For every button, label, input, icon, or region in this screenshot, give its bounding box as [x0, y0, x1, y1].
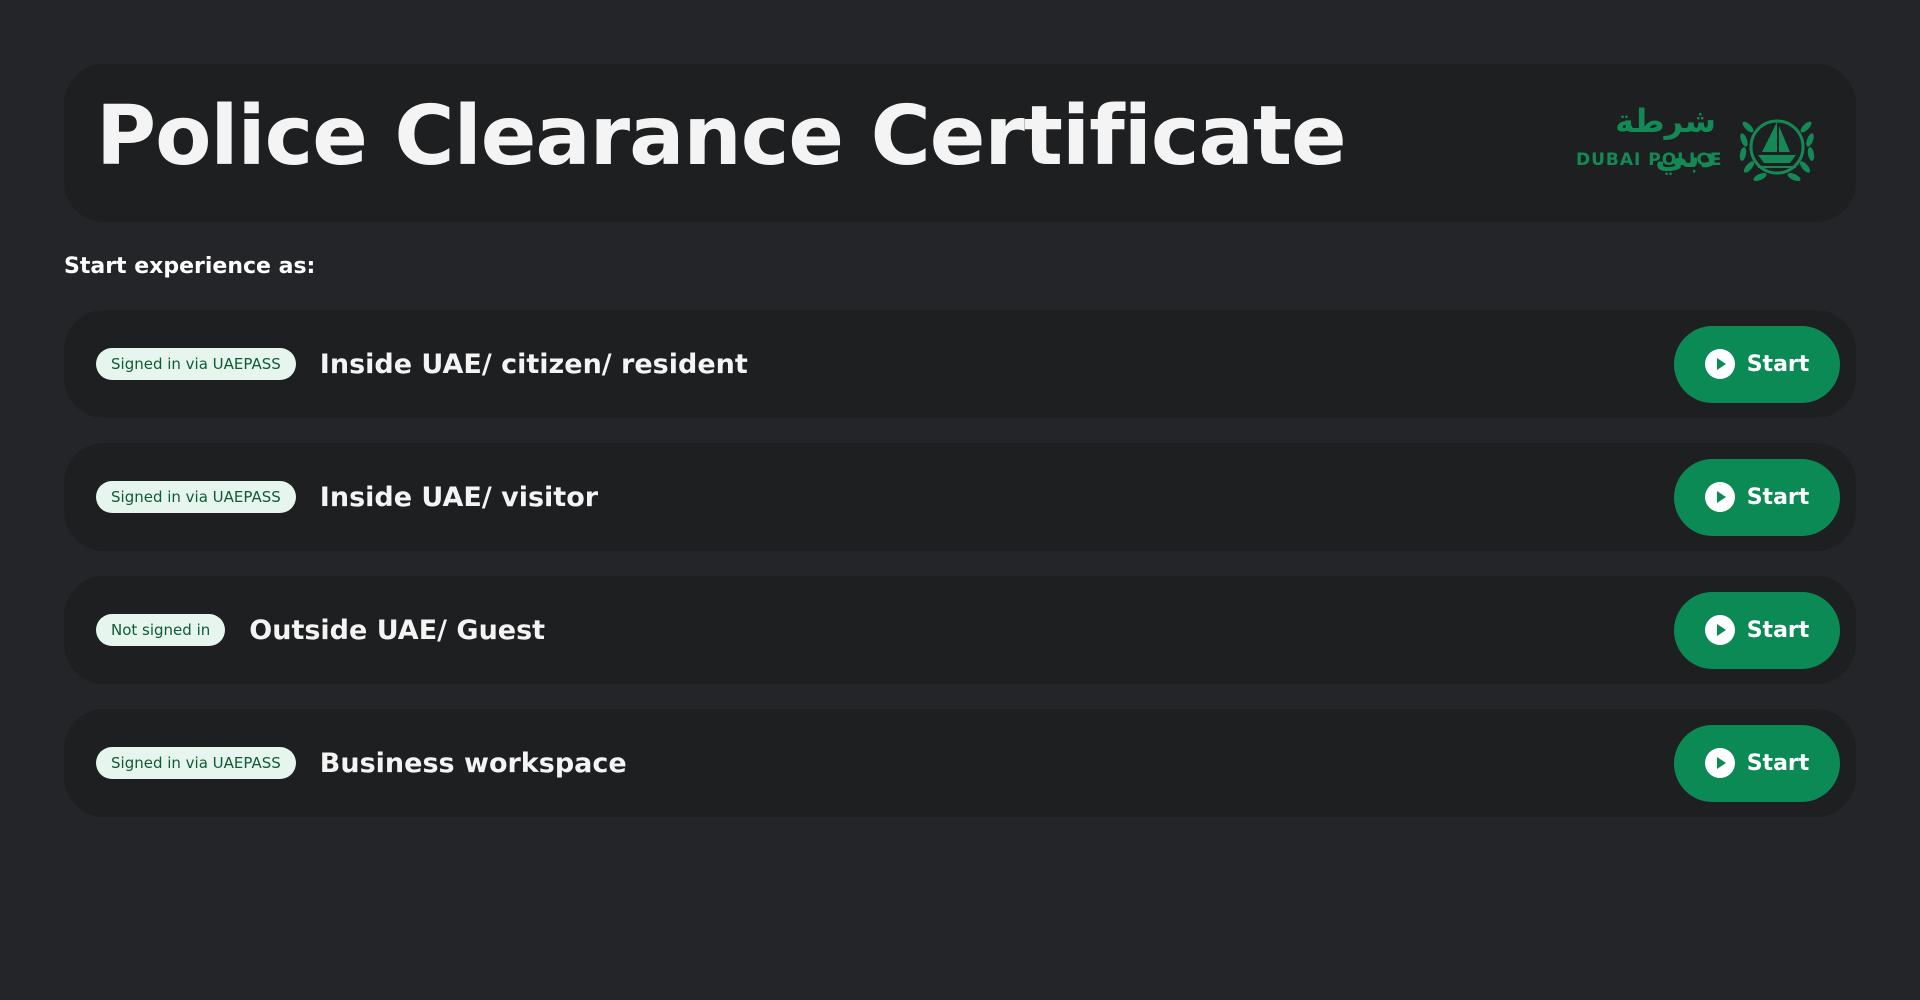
start-button-label: Start	[1746, 750, 1810, 776]
option-row-visitor: Signed in via UAEPASS Inside UAE/ visito…	[64, 443, 1856, 551]
page-title: Police Clearance Certificate	[96, 89, 1347, 184]
play-circle-icon	[1704, 615, 1735, 645]
sign-in-status-badge: Signed in via UAEPASS	[96, 747, 296, 779]
play-circle-icon	[1704, 482, 1735, 512]
start-button-label: Start	[1746, 617, 1810, 643]
option-label: Outside UAE/ Guest	[249, 614, 546, 646]
option-label: Inside UAE/ citizen/ resident	[319, 348, 748, 380]
sign-in-status-badge: Not signed in	[96, 614, 226, 646]
play-circle-icon	[1704, 349, 1735, 379]
start-button[interactable]: Start	[1674, 325, 1840, 403]
options-list: Signed in via UAEPASS Inside UAE/ citize…	[64, 310, 1856, 842]
play-circle-icon	[1704, 748, 1735, 778]
header-card: Police Clearance Certificate شرطة دبي DU…	[64, 64, 1856, 222]
start-button-label: Start	[1746, 484, 1810, 510]
start-button-label: Start	[1746, 351, 1810, 377]
page: Police Clearance Certificate شرطة دبي DU…	[0, 0, 1920, 1000]
option-label: Inside UAE/ visitor	[319, 481, 599, 513]
start-button[interactable]: Start	[1674, 591, 1840, 669]
dubai-police-logo: شرطة دبي DUBAI POLICE	[1576, 100, 1826, 190]
option-label: Business workspace	[319, 747, 627, 779]
start-button[interactable]: Start	[1674, 458, 1840, 536]
dubai-police-emblem-icon	[1739, 119, 1815, 182]
option-row-guest: Not signed in Outside UAE/ Guest Start	[64, 576, 1856, 684]
sign-in-status-badge: Signed in via UAEPASS	[96, 348, 296, 380]
section-label: Start experience as:	[64, 254, 316, 279]
sign-in-status-badge: Signed in via UAEPASS	[96, 481, 296, 513]
logo-english-text: DUBAI POLICE	[1576, 150, 1723, 170]
option-row-citizen-resident: Signed in via UAEPASS Inside UAE/ citize…	[64, 310, 1856, 418]
option-row-business: Signed in via UAEPASS Business workspace…	[64, 709, 1856, 817]
start-button[interactable]: Start	[1674, 724, 1840, 802]
